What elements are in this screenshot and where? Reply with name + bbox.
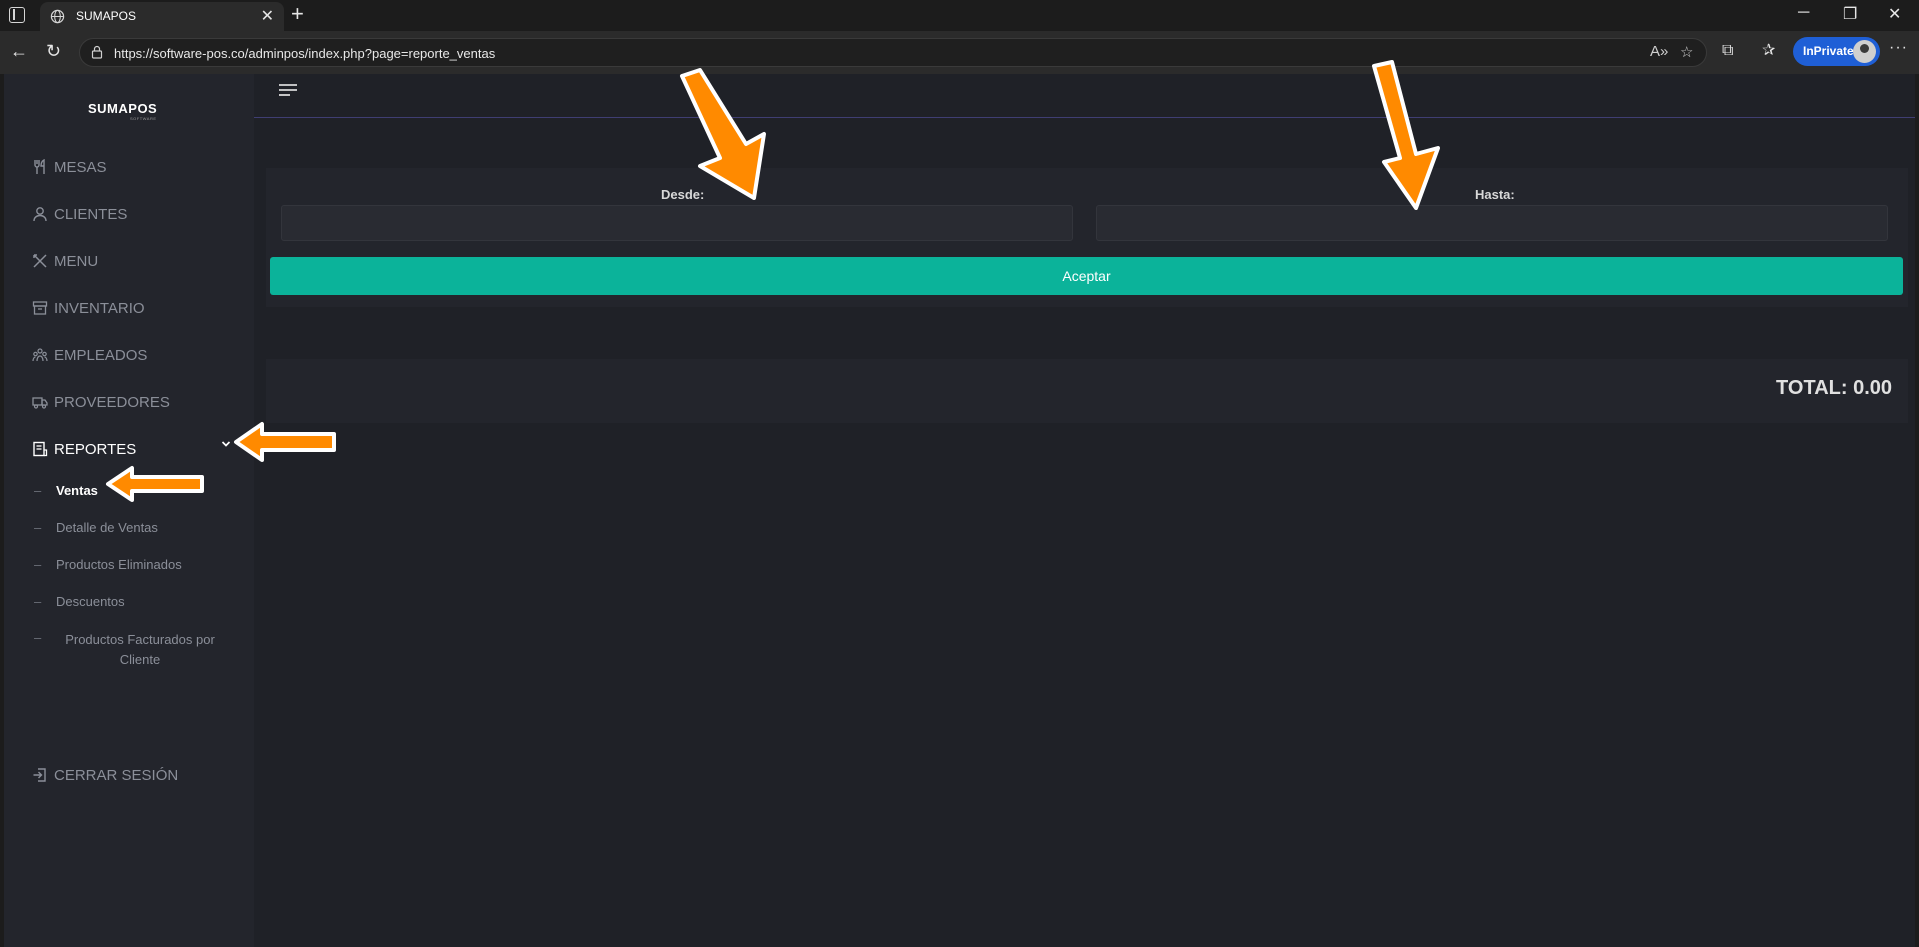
minimize-icon[interactable]: ─ [1798,4,1809,22]
to-date-input[interactable] [1096,205,1888,241]
sidebar-subitem-productos-facturados[interactable]: – Productos Facturados por Cliente [34,630,224,670]
accept-button[interactable]: Aceptar [270,257,1903,295]
people-icon [32,348,48,362]
callout-arrow-to [1372,60,1440,210]
date-filter-card: Desde: Hasta: Aceptar [266,168,1908,307]
bullet-dash: – [34,520,42,535]
tab-actions-icon[interactable] [9,7,25,23]
browser-tab[interactable]: SUMAPOS ✕ [40,2,284,31]
sidebar-item-label: CLIENTES [54,205,128,223]
logout-icon [33,768,46,782]
sidebar-item-label: EMPLEADOS [54,346,148,364]
inprivate-label: InPrivate [1803,44,1854,58]
callout-arrow-from [680,68,766,200]
new-tab-icon[interactable]: + [291,1,304,27]
bullet-dash: – [34,557,42,572]
address-bar-row: ← ↻ https://software-pos.co/adminpos/ind… [0,31,1919,74]
refresh-icon[interactable]: ↻ [46,41,61,61]
bullet-dash: – [34,630,42,645]
back-icon[interactable]: ← [10,41,28,61]
avatar [1853,40,1876,63]
user-icon [33,207,47,222]
sidebar-item-label: MENU [54,252,99,270]
sidebar-item-label: CERRAR SESIÓN [54,766,179,784]
tab-title: SUMAPOS [76,9,137,23]
sidebar-item-proveedores[interactable]: PROVEEDORES [32,391,170,413]
read-aloud-icon[interactable]: A» [1650,43,1668,60]
menu-toggle-icon[interactable] [278,82,298,98]
window-close-icon[interactable]: ✕ [1888,4,1901,24]
total-amount: TOTAL: 0.00 [1776,377,1892,399]
subitem-label: Productos Eliminados [56,557,182,572]
restore-icon[interactable]: ❐ [1843,4,1857,24]
to-label: Hasta: [1475,187,1515,202]
subitem-label: Descuentos [56,594,125,609]
total-card: TOTAL: 0.00 [266,359,1908,423]
sidebar-item-inventario[interactable]: INVENTARIO [32,297,145,319]
url-text: https://software-pos.co/adminpos/index.p… [114,46,496,61]
subitem-label: Productos Facturados por Cliente [65,632,215,667]
chevron-down-icon[interactable] [220,438,232,450]
sidebar-item-cerrar-sesion[interactable]: CERRAR SESIÓN [32,764,178,786]
bullet-dash: – [34,594,42,609]
top-bar [254,74,1915,118]
sidebar-item-label: INVENTARIO [54,299,145,317]
bullet-dash: – [34,483,42,498]
favorites-icon[interactable]: ✰ [1762,41,1775,61]
truck-icon [32,397,48,409]
subitem-label: Detalle de Ventas [56,520,158,535]
logo: SUMAPOS [88,101,158,116]
sidebar-item-menu[interactable]: MENU [32,250,98,272]
sidebar-item-label: REPORTES [54,440,137,458]
from-date-input[interactable] [281,205,1073,241]
sidebar-item-reportes[interactable]: REPORTES [32,438,136,460]
more-options-icon[interactable]: ··· [1889,39,1908,57]
favorite-star-icon[interactable]: ☆ [1680,43,1693,61]
lock-icon [91,45,103,59]
archive-icon [32,301,48,315]
sidebar-item-label: PROVEEDORES [54,393,170,411]
subitem-label: Ventas [56,483,98,498]
callout-arrow-reportes [234,422,336,462]
callout-arrow-ventas [106,466,204,502]
report-icon [33,441,48,457]
inprivate-badge[interactable]: InPrivate [1793,37,1880,66]
sidebar-item-clientes[interactable]: CLIENTES [32,203,127,225]
extensions-icon[interactable]: ⧉ [1722,41,1733,61]
tools-icon [33,254,47,268]
utensils-icon [34,159,45,174]
logo-subtitle: SOFTWARE [130,116,157,121]
app-page: SUMAPOS SOFTWARE MESAS CLIENTES MENU INV… [4,60,1915,947]
sidebar-item-empleados[interactable]: EMPLEADOS [32,344,147,366]
tab-close-icon[interactable]: ✕ [261,6,274,26]
browser-tab-bar: SUMAPOS ✕ + ─ ❐ ✕ [0,0,1919,31]
sidebar-item-label: MESAS [54,158,107,176]
sidebar-item-mesas[interactable]: MESAS [32,156,107,178]
sidebar: SUMAPOS SOFTWARE MESAS CLIENTES MENU INV… [4,74,254,947]
globe-icon [50,9,65,24]
